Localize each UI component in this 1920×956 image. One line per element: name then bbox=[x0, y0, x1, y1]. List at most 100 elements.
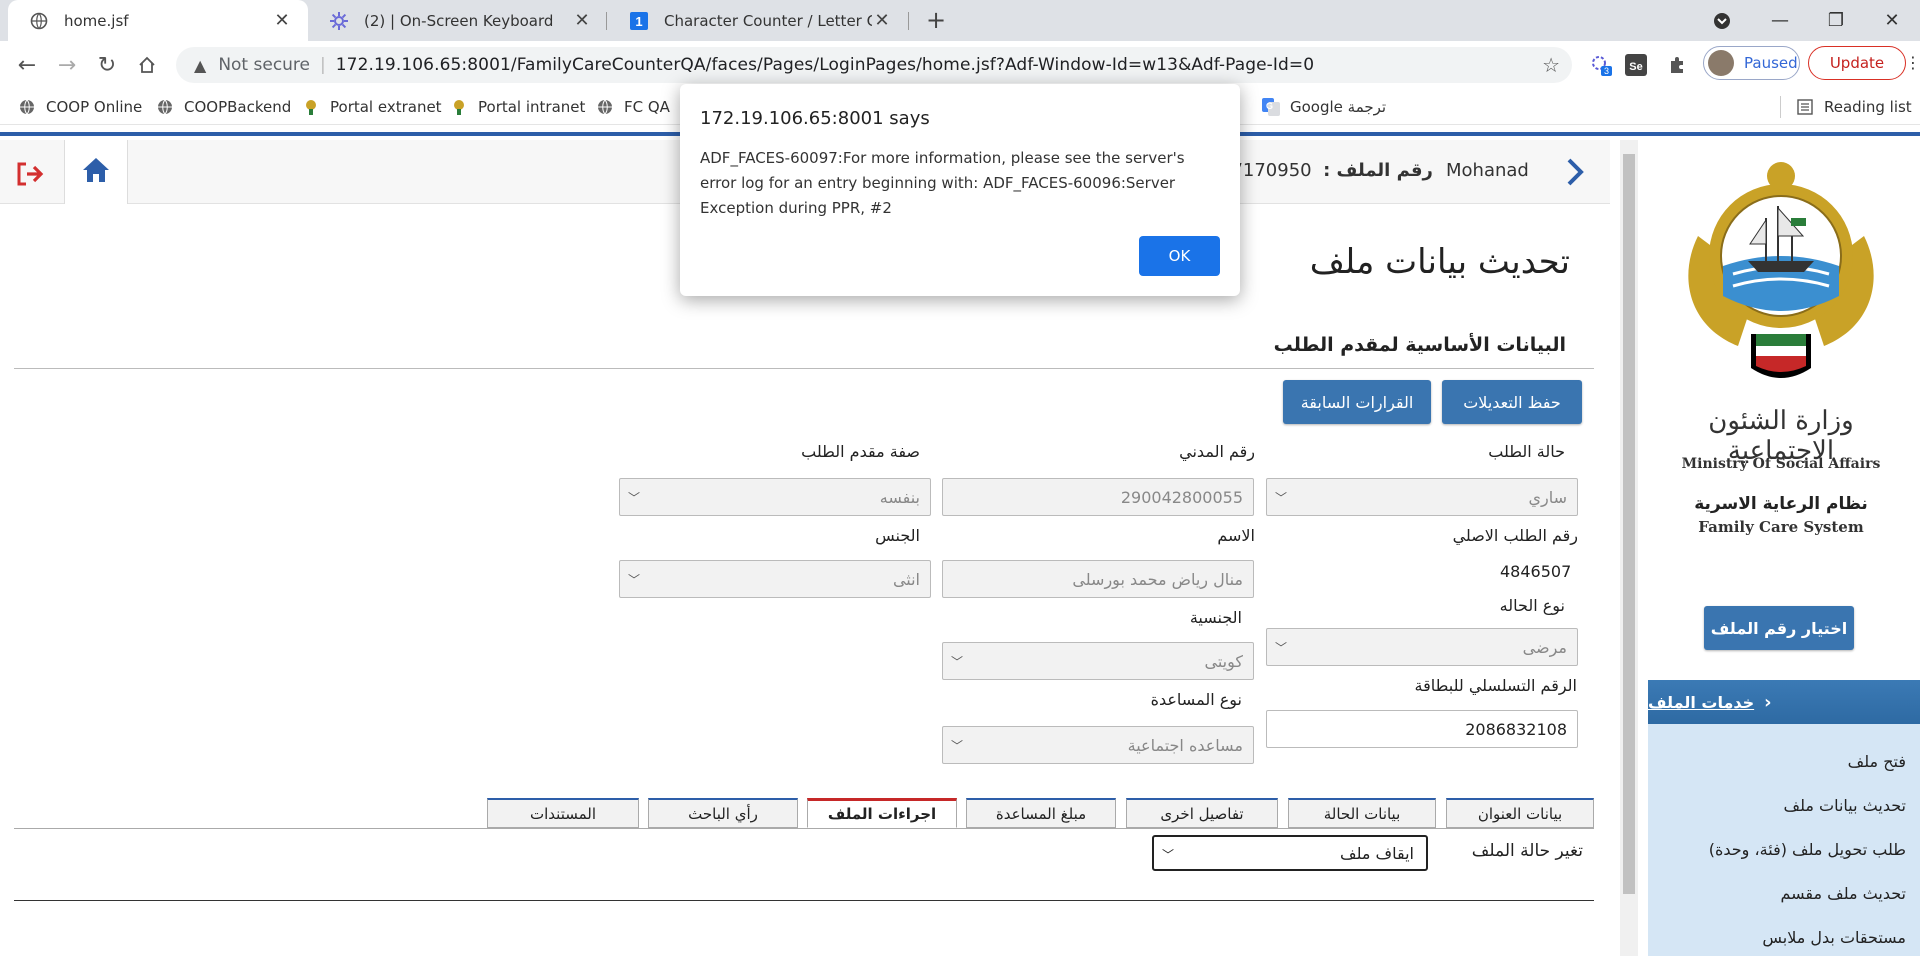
tab-file-procedures[interactable]: اجراءات الملف bbox=[807, 798, 957, 828]
civil-id-label: رقم المدني bbox=[1179, 442, 1255, 461]
request-status-select[interactable]: ساري ﹀ bbox=[1266, 478, 1578, 516]
dialog-message: ADF_FACES-60097:For more information, pl… bbox=[700, 149, 1185, 217]
home-icon[interactable] bbox=[132, 50, 162, 80]
tab-separator bbox=[908, 12, 909, 30]
chevron-right-icon[interactable] bbox=[1560, 154, 1590, 190]
page-scrollbar[interactable] bbox=[1620, 140, 1638, 956]
civil-id-input[interactable]: 290042800055 bbox=[942, 478, 1254, 516]
bookmarks-separator bbox=[1780, 96, 1781, 118]
security-status: Not secure bbox=[218, 55, 311, 75]
dialog-ok-button[interactable]: OK bbox=[1139, 236, 1220, 276]
close-icon[interactable]: ✕ bbox=[572, 10, 592, 31]
divider bbox=[14, 900, 1594, 901]
browser-tab-strip: home.jsf ✕ (2) | On-Screen Keyboard ✕ 1 … bbox=[0, 0, 1920, 41]
selenium-extension-icon[interactable]: Se bbox=[1623, 53, 1649, 77]
address-bar[interactable]: ▲ Not secure | 172.19.106.65:8001/Family… bbox=[176, 47, 1572, 83]
close-icon[interactable]: ✕ bbox=[272, 10, 292, 31]
bookmark-coop-online[interactable]: COOP Online bbox=[18, 95, 142, 119]
change-status-select[interactable]: ايقاف ملف ﹀ bbox=[1152, 835, 1428, 871]
bookmark-portal-intranet[interactable]: Portal intranet bbox=[450, 95, 585, 119]
gender-select[interactable]: انثى ﹀ bbox=[619, 560, 931, 598]
globe-icon bbox=[596, 98, 614, 116]
tab-aid-amount[interactable]: مبلغ المساعدة bbox=[966, 798, 1116, 828]
bookmark-fc-qa[interactable]: FC QA bbox=[596, 95, 670, 119]
save-changes-button[interactable]: حفظ التعديلات bbox=[1442, 380, 1582, 424]
file-services-menu-header[interactable]: ‹ خدمات الملف bbox=[1648, 680, 1920, 724]
bookmark-coop-backend[interactable]: COOPBackend bbox=[156, 95, 291, 119]
reading-list-button[interactable]: Reading list bbox=[1796, 95, 1912, 119]
tab-researcher-opinion[interactable]: رأي الباحث bbox=[648, 798, 798, 828]
request-status-label: حالة الطلب bbox=[1488, 442, 1565, 461]
card-serial-input[interactable]: 2086832108 bbox=[1266, 710, 1578, 748]
kuwait-emblem-icon bbox=[1678, 156, 1884, 388]
case-type-select[interactable]: مرضى ﹀ bbox=[1266, 628, 1578, 666]
reload-icon[interactable]: ↻ bbox=[92, 50, 122, 80]
gear-icon bbox=[330, 11, 348, 30]
browser-tab-keyboard[interactable]: (2) | On-Screen Keyboard ✕ bbox=[308, 0, 608, 41]
system-name-english: Family Care System bbox=[1698, 518, 1864, 536]
extensions-puzzle-icon[interactable] bbox=[1664, 53, 1690, 77]
tab-case-data[interactable]: بيانات الحالة bbox=[1288, 798, 1436, 828]
browser-tab-character-counter[interactable]: 1 Character Counter / Letter Count ✕ bbox=[608, 0, 908, 41]
case-type-label: نوع الحاله bbox=[1499, 596, 1565, 615]
system-name-arabic: نظام الرعاية الاسرية bbox=[1694, 494, 1868, 514]
menu-item-transfer-file[interactable]: طلب تحويل ملف (فئة، وحدة) bbox=[1709, 840, 1906, 859]
ministry-name-english: Ministry Of Social Affairs bbox=[1681, 456, 1881, 472]
user-name: Mohanad bbox=[1446, 160, 1529, 181]
tab-address-data[interactable]: بيانات العنوان bbox=[1446, 798, 1594, 828]
applicant-capacity-select[interactable]: بنفسه ﹀ bbox=[619, 478, 931, 516]
bookmark-star-icon[interactable]: ☆ bbox=[1542, 53, 1560, 77]
home-button[interactable] bbox=[64, 140, 128, 204]
emblem-icon bbox=[302, 98, 320, 116]
back-arrow-icon[interactable]: ← bbox=[12, 50, 42, 80]
browser-tab-home[interactable]: home.jsf ✕ bbox=[8, 0, 308, 41]
original-request-no-label: رقم الطلب الاصلي bbox=[1452, 526, 1578, 545]
profile-paused-button[interactable]: Paused bbox=[1703, 46, 1800, 80]
new-tab-plus-icon[interactable]: + bbox=[922, 6, 950, 34]
close-icon[interactable]: ✕ bbox=[872, 10, 892, 31]
aid-type-select[interactable]: مساعده اجتماعية ﹀ bbox=[942, 726, 1254, 764]
globe-icon bbox=[18, 98, 36, 116]
menu-item-update-split-file[interactable]: تحديث ملف مقسم bbox=[1780, 884, 1906, 903]
extension-puzzle-badge-icon[interactable]: 3 bbox=[1588, 53, 1614, 77]
card-serial-label: الرقم التسلسلي للبطاقة bbox=[1414, 676, 1577, 695]
minimize-icon[interactable]: — bbox=[1752, 0, 1808, 41]
previous-decisions-button[interactable]: القرارات السابقة bbox=[1283, 380, 1431, 424]
name-input[interactable]: منال رياض محمد بورسلى bbox=[942, 560, 1254, 598]
file-tabs: بيانات العنوان بيانات الحالة تفاصيل اخرى… bbox=[14, 798, 1594, 828]
nationality-select[interactable]: كويتى ﹀ bbox=[942, 642, 1254, 680]
bookmark-portal-extranet[interactable]: Portal extranet bbox=[302, 95, 442, 119]
logout-icon[interactable] bbox=[10, 154, 50, 194]
aid-type-label: نوع المساعدة bbox=[1150, 690, 1242, 709]
window-close-icon[interactable]: ✕ bbox=[1864, 0, 1920, 41]
bookmark-google-translate[interactable]: G Google ترجمة bbox=[1262, 95, 1386, 119]
update-button[interactable]: Update bbox=[1808, 46, 1906, 80]
applicant-capacity-label: صفة مقدم الطلب bbox=[801, 442, 920, 461]
chevron-down-icon: ﹀ bbox=[1275, 491, 1288, 505]
tab-search-icon[interactable] bbox=[1694, 0, 1750, 41]
alert-dialog: 172.19.106.65:8001 says ADF_FACES-60097:… bbox=[680, 84, 1240, 296]
side-panel: وزارة الشئون الاجتماعية Ministry Of Soci… bbox=[1638, 140, 1920, 956]
forward-arrow-icon[interactable]: → bbox=[52, 50, 82, 80]
chevron-down-icon: ﹀ bbox=[1275, 641, 1288, 655]
tab-separator bbox=[606, 12, 607, 30]
tab-documents[interactable]: المستندات bbox=[487, 798, 639, 828]
menu-item-open-file[interactable]: فتح ملف bbox=[1848, 752, 1906, 771]
dialog-title: 172.19.106.65:8001 says bbox=[700, 108, 930, 129]
restore-icon[interactable]: ❐ bbox=[1808, 0, 1864, 41]
more-vertical-icon[interactable]: ⋮ bbox=[1905, 53, 1920, 72]
gender-label: الجنس bbox=[875, 526, 920, 545]
home-icon bbox=[81, 156, 111, 188]
section-title: البيانات الأساسية لمقدم الطلب bbox=[1273, 334, 1566, 356]
nationality-label: الجنسية bbox=[1189, 608, 1242, 627]
tabs-baseline bbox=[14, 828, 1594, 829]
browser-toolbar: ← → ↻ ▲ Not secure | 172.19.106.65:8001/… bbox=[0, 41, 1920, 89]
chevron-down-icon: ﹀ bbox=[951, 655, 964, 669]
pick-file-number-button[interactable]: اختيار رقم الملف bbox=[1704, 606, 1854, 650]
menu-item-clothing-allowance[interactable]: مستحقات بدل ملابس bbox=[1762, 928, 1906, 947]
scrollbar-thumb[interactable] bbox=[1623, 154, 1635, 894]
warning-triangle-icon: ▲ bbox=[194, 55, 207, 75]
tab-other-details[interactable]: تفاصيل اخرى bbox=[1126, 798, 1278, 828]
change-status-label: تغير حالة الملف bbox=[1471, 841, 1583, 861]
menu-item-update-file[interactable]: تحديث بيانات ملف bbox=[1784, 796, 1907, 815]
